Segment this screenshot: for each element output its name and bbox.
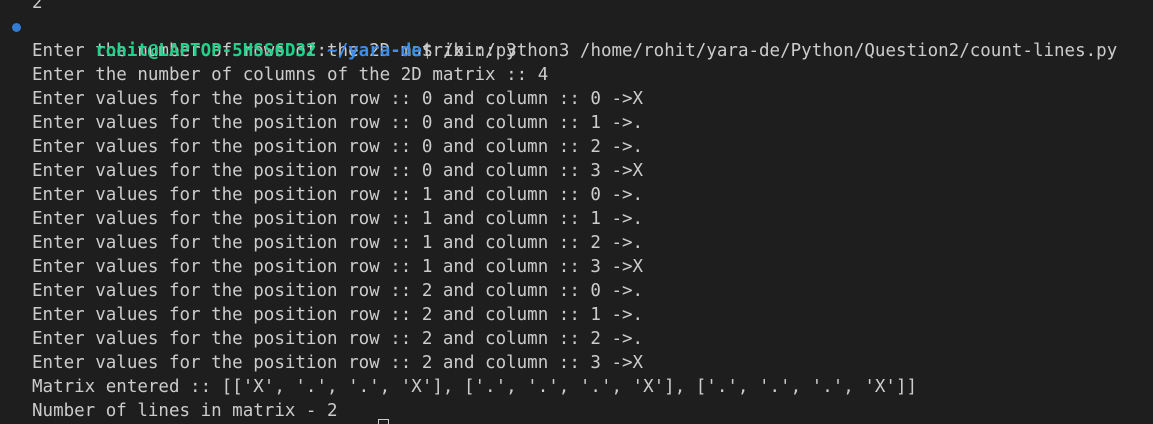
prompt-dollar: $ [421, 41, 433, 61]
output-line: Enter values for the position row :: 1 a… [32, 233, 644, 253]
output-line: Enter values for the position row :: 0 a… [32, 89, 644, 109]
prompt-colon: : [316, 41, 328, 61]
output-line: Enter values for the position row :: 0 a… [32, 113, 644, 133]
previous-output-line: 2 [32, 0, 43, 13]
terminal-cursor [377, 419, 389, 424]
command-decoration-dot-icon[interactable] [12, 23, 21, 32]
output-line: Enter values for the position row :: 1 a… [32, 257, 644, 277]
output-line: Enter values for the position row :: 2 a… [32, 329, 644, 349]
terminal-panel[interactable]: 2 rohit@LAPTOP-5HSS6D32:~/yara-de$ /bin/… [0, 0, 1153, 424]
output-line: Enter values for the position row :: 2 a… [32, 353, 644, 373]
terminal-output: 2 rohit@LAPTOP-5HSS6D32:~/yara-de$ /bin/… [12, 0, 1117, 424]
output-line-last: Number of lines in matrix - 2 [32, 399, 1117, 424]
output-line: Enter values for the position row :: 0 a… [32, 137, 644, 157]
prompt-command: /bin/python3 /home/rohit/yara-de/Python/… [432, 41, 1118, 61]
output-line: Enter values for the position row :: 0 a… [32, 161, 644, 181]
output-line: Enter the number of columns of the 2D ma… [32, 65, 549, 85]
output-line: Enter values for the position row :: 2 a… [32, 305, 644, 325]
output-line: Matrix entered :: [['X', '.', '.', 'X'],… [32, 377, 918, 397]
prompt-user-host: rohit@LAPTOP-5HSS6D32 [95, 41, 317, 61]
output-line: Enter values for the position row :: 2 a… [32, 281, 644, 301]
output-line: Enter values for the position row :: 1 a… [32, 185, 644, 205]
output-line: Enter values for the position row :: 1 a… [32, 209, 644, 229]
result-text: Number of lines in matrix - 2 [32, 401, 338, 421]
prompt-path: ~/yara-de [327, 41, 422, 61]
command-prompt-line: rohit@LAPTOP-5HSS6D32:~/yara-de$ /bin/py… [12, 15, 1117, 61]
